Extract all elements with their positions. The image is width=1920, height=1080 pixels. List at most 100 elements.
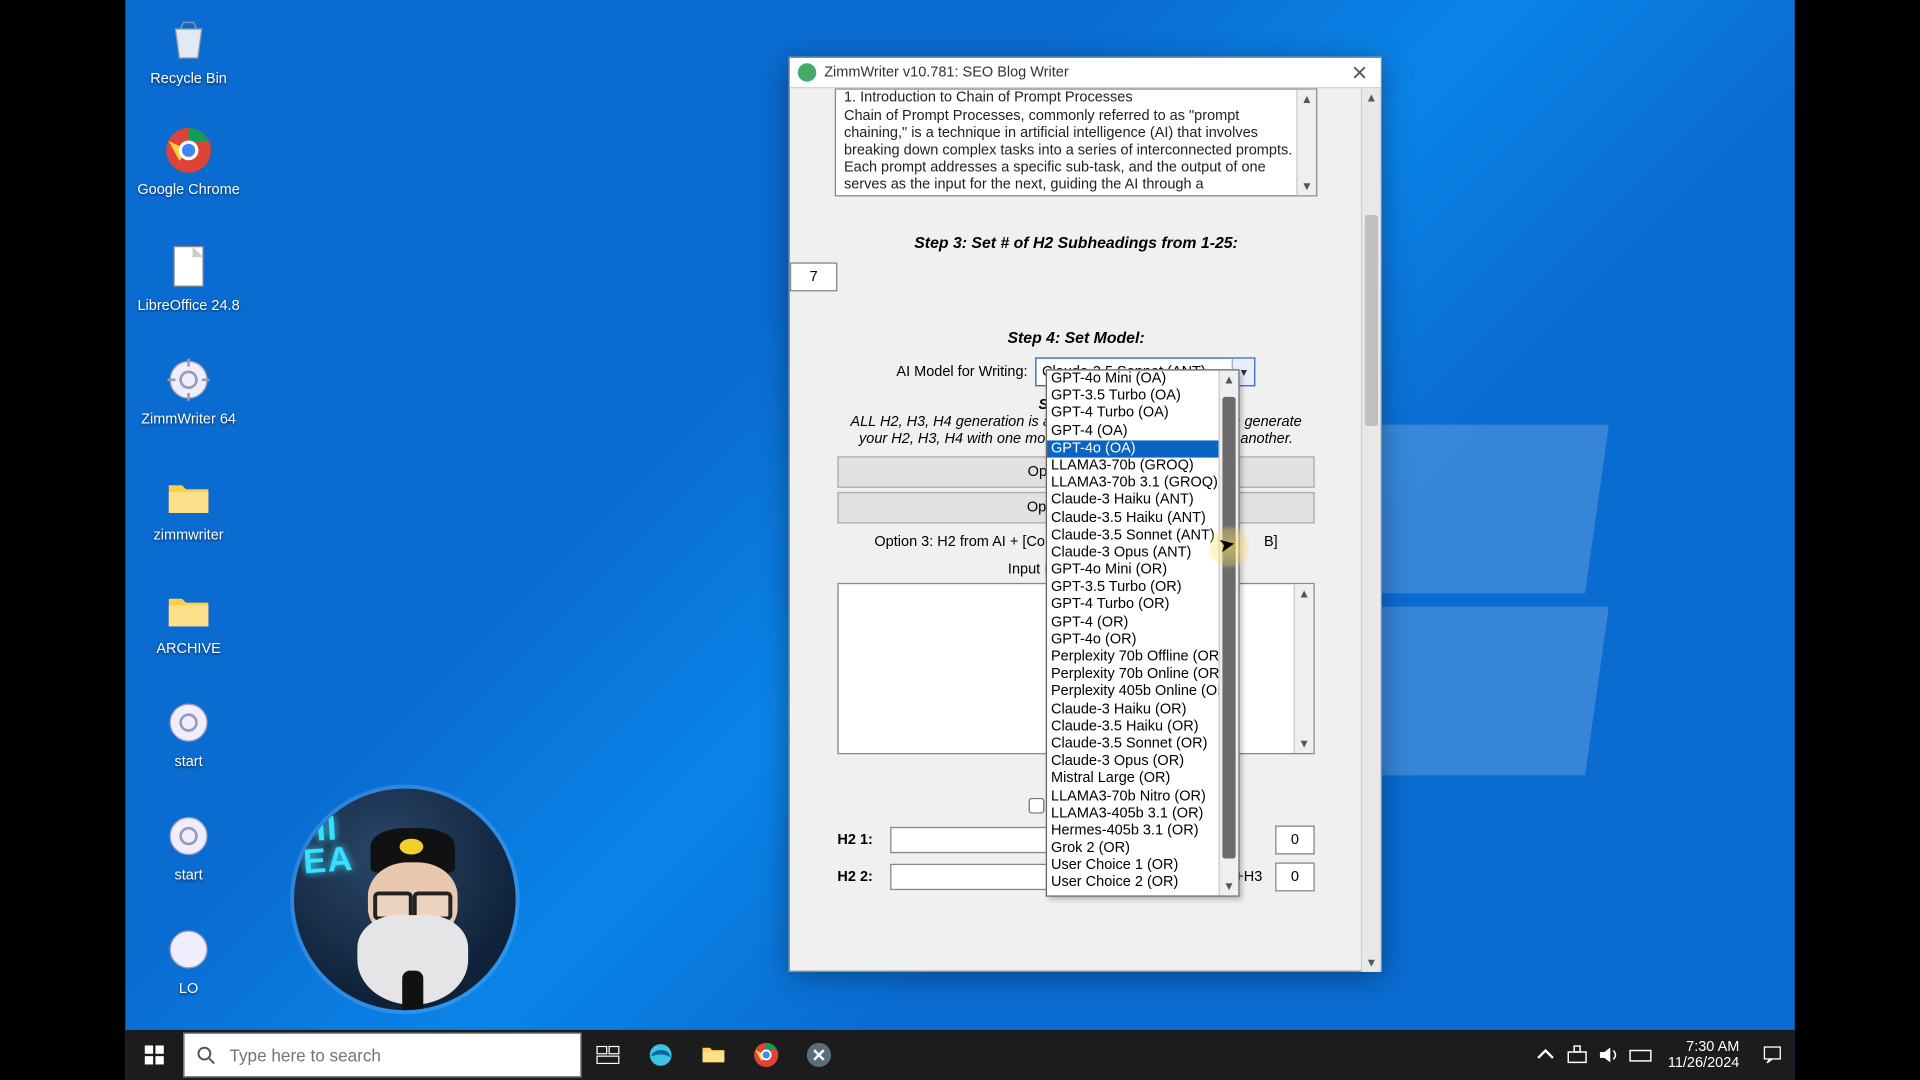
action-center-button[interactable] — [1750, 1030, 1795, 1080]
model-option[interactable]: Hermes-405b 3.1 (OR) — [1047, 823, 1220, 840]
desktop-icon-libreoffice[interactable]: LibreOffice 24.8 — [136, 240, 241, 314]
model-option[interactable]: LLAMA3-70b 3.1 (GROQ) — [1047, 475, 1220, 492]
desktop-icon-label: Google Chrome — [136, 182, 241, 198]
model-option[interactable]: LLAMA3-70b (GROQ) — [1047, 458, 1220, 475]
scroll-up-icon[interactable]: ▲ — [1220, 371, 1238, 389]
lo-shortcut-icon — [162, 923, 215, 976]
desktop-icon-label: ARCHIVE — [136, 641, 241, 657]
model-option[interactable]: LLAMA3-70b Nitro (OR) — [1047, 788, 1220, 805]
archive-folder-icon — [162, 583, 215, 636]
intro-body: Chain of Prompt Processes, commonly refe… — [836, 105, 1316, 196]
model-option[interactable]: LLAMA3-405b 3.1 (OR) — [1047, 805, 1220, 822]
dropdown-scrollbar[interactable]: ▲ ▼ — [1218, 371, 1238, 896]
desktop-icon-start-shortcut-2[interactable]: start — [136, 810, 241, 884]
model-option[interactable]: GPT-4 Turbo (OR) — [1047, 597, 1220, 614]
model-option[interactable]: User Choice 1 (OR) — [1047, 857, 1220, 874]
model-option[interactable]: GPT-4o Mini (OA) — [1047, 371, 1220, 388]
scroll-up-icon[interactable]: ▲ — [1298, 90, 1316, 108]
model-option[interactable]: Mistral Large (OR) — [1047, 771, 1220, 788]
desktop-icon-label: ZimmWriter 64 — [136, 411, 241, 427]
recycle-bin-icon — [162, 13, 215, 66]
desktop-icon-zimmwriter-folder[interactable]: zimmwriter — [136, 469, 241, 543]
windows-taskbar: 7:30 AM 11/26/2024 — [125, 1030, 1794, 1080]
start-shortcut-icon — [162, 696, 215, 749]
taskbar-chrome[interactable] — [740, 1030, 793, 1080]
desktop-icon-label: LO — [136, 981, 241, 997]
desktop-icon-chrome[interactable]: Google Chrome — [136, 124, 241, 198]
zimmwriter64-icon — [162, 353, 215, 406]
h2-count-input[interactable] — [790, 262, 837, 291]
step3-heading: Step 3: Set # of H2 Subheadings from 1-2… — [790, 233, 1362, 251]
desktop-icon-label: LibreOffice 24.8 — [136, 298, 241, 314]
start-shortcut-2-icon — [162, 810, 215, 863]
clock-time: 7:30 AM — [1686, 1039, 1739, 1055]
scroll-down-icon[interactable]: ▼ — [1220, 877, 1238, 895]
taskbar-search[interactable] — [183, 1033, 581, 1078]
tray-keyboard-icon[interactable] — [1628, 1043, 1652, 1067]
model-option[interactable]: Claude-3 Opus (OR) — [1047, 753, 1220, 770]
model-option[interactable]: Claude-3.5 Sonnet (OR) — [1047, 736, 1220, 753]
scroll-up-icon[interactable]: ▲ — [1362, 88, 1380, 106]
h2-2-h3count[interactable] — [1275, 862, 1315, 891]
model-option[interactable]: Perplexity 405b Online (OR — [1047, 684, 1220, 701]
tray-volume-icon[interactable] — [1597, 1043, 1621, 1067]
intro-scrollbar[interactable]: ▲ ▼ — [1296, 90, 1316, 195]
taskbar-zimmwriter[interactable] — [793, 1030, 846, 1080]
model-field-label: AI Model for Writing: — [896, 364, 1027, 380]
model-option[interactable]: GPT-3.5 Turbo (OA) — [1047, 388, 1220, 405]
taskbar-file-explorer[interactable] — [687, 1030, 740, 1080]
intro-textbox[interactable]: 1. Introduction to Chain of Prompt Proce… — [835, 88, 1318, 196]
desktop-icon-label: start — [136, 868, 241, 884]
desktop-icon-label: zimmwriter — [136, 527, 241, 543]
model-option[interactable]: Claude-3.5 Haiku (ANT) — [1047, 510, 1220, 527]
start-button[interactable] — [125, 1030, 183, 1080]
desktop-icon-lo-shortcut[interactable]: LO — [136, 923, 241, 997]
model-option[interactable]: GPT-4o (OA) — [1047, 440, 1220, 457]
model-option[interactable]: GPT-4o (OR) — [1047, 631, 1220, 648]
option3-right: B] — [1264, 534, 1278, 550]
model-option[interactable]: GPT-4o Mini (OR) — [1047, 562, 1220, 579]
model-option[interactable]: Claude-3 Haiku (OR) — [1047, 701, 1220, 718]
scrollbar-thumb[interactable] — [1365, 215, 1378, 426]
tray-network-icon[interactable] — [1565, 1043, 1589, 1067]
h2-2-label: H2 2: — [837, 869, 882, 885]
taskbar-search-input[interactable] — [227, 1035, 580, 1075]
tray-chevron-up-icon[interactable] — [1533, 1043, 1557, 1067]
window-scrollbar[interactable]: ▲ ▼ — [1361, 88, 1381, 972]
option3-left: Option 3: H2 from AI + [Co — [874, 534, 1045, 550]
window-titlebar[interactable]: ZimmWriter v10.781: SEO Blog Writer — [790, 58, 1381, 88]
taskbar-edge[interactable] — [634, 1030, 687, 1080]
scroll-up-icon[interactable]: ▲ — [1295, 584, 1313, 602]
model-option[interactable]: Claude-3.5 Haiku (OR) — [1047, 718, 1220, 735]
enable-checkbox-2[interactable] — [1029, 798, 1045, 814]
desktop-icon-recycle-bin[interactable]: Recycle Bin — [136, 13, 241, 87]
close-button[interactable] — [1338, 58, 1380, 87]
model-option[interactable]: Perplexity 70b Offline (OR) — [1047, 649, 1220, 666]
scroll-down-icon[interactable]: ▼ — [1298, 177, 1316, 195]
h2-1-h3count[interactable] — [1275, 826, 1315, 855]
textarea-scrollbar[interactable]: ▲ ▼ — [1294, 584, 1314, 753]
model-option[interactable]: GPT-4 (OR) — [1047, 614, 1220, 631]
model-option[interactable]: Claude-3.5 Sonnet (ANT) — [1047, 527, 1220, 544]
desktop-icon-zimmwriter64[interactable]: ZimmWriter 64 — [136, 353, 241, 427]
scroll-down-icon[interactable]: ▼ — [1295, 735, 1313, 753]
taskbar-clock[interactable]: 7:30 AM 11/26/2024 — [1668, 1039, 1740, 1071]
model-option[interactable]: GPT-4 Turbo (OA) — [1047, 405, 1220, 422]
model-option[interactable]: GPT-3.5 Turbo (OR) — [1047, 579, 1220, 596]
model-option[interactable]: Grok 2 (OR) — [1047, 840, 1220, 857]
model-option[interactable]: Perplexity 70b Online (OR) — [1047, 666, 1220, 683]
windows-desktop[interactable]: Recycle Bin Google Chrome LibreOffice 24.8… — [125, 0, 1794, 1080]
model-option[interactable]: User Choice 2 (OR) — [1047, 875, 1220, 892]
system-tray[interactable] — [1528, 1043, 1657, 1067]
model-option[interactable]: GPT-4 (OA) — [1047, 423, 1220, 440]
search-icon — [185, 1045, 227, 1065]
model-option[interactable]: Claude-3 Opus (ANT) — [1047, 544, 1220, 561]
ai-model-dropdown-list[interactable]: GPT-4o Mini (OA)GPT-3.5 Turbo (OA)GPT-4 … — [1046, 369, 1240, 896]
desktop-icon-archive-folder[interactable]: ARCHIVE — [136, 583, 241, 657]
scroll-down-icon[interactable]: ▼ — [1362, 953, 1380, 971]
desktop-icon-start-shortcut[interactable]: start — [136, 696, 241, 770]
scrollbar-thumb[interactable] — [1222, 397, 1235, 859]
app-icon — [798, 63, 816, 81]
model-option[interactable]: Claude-3 Haiku (ANT) — [1047, 492, 1220, 509]
task-view-button[interactable] — [582, 1030, 635, 1080]
